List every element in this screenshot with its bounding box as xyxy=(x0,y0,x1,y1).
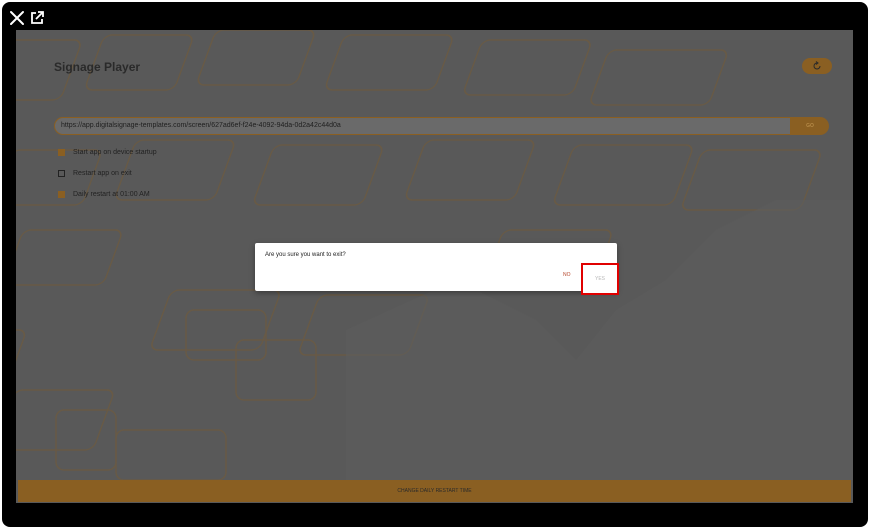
checkbox-restart-on-exit[interactable] xyxy=(58,169,65,177)
app-screen: Signage Player https://app.digitalsignag… xyxy=(16,30,853,503)
dialog-message: Are you sure you want to exit? xyxy=(265,252,346,258)
no-button[interactable]: NO xyxy=(563,272,571,278)
app-title: Signage Player xyxy=(54,60,141,74)
option-daily-restart[interactable]: Daily restart at 01:00 AM xyxy=(58,189,150,199)
close-icon[interactable] xyxy=(7,8,27,28)
yes-button[interactable]: YES xyxy=(581,263,619,295)
change-restart-time-button[interactable]: CHANGE DAILY RESTART TIME xyxy=(18,480,851,502)
checkbox-start-on-startup[interactable] xyxy=(58,148,65,156)
refresh-button[interactable] xyxy=(802,58,832,74)
url-input[interactable]: https://app.digitalsignage-templates.com… xyxy=(54,117,791,135)
url-row: https://app.digitalsignage-templates.com… xyxy=(54,117,829,135)
app-window: Signage Player https://app.digitalsignag… xyxy=(2,2,868,527)
checkbox-daily-restart[interactable] xyxy=(58,190,65,198)
option-start-on-startup[interactable]: Start app on device startup xyxy=(58,147,157,157)
exit-confirm-dialog: Are you sure you want to exit? NO YES xyxy=(255,243,619,295)
option-restart-on-exit[interactable]: Restart app on exit xyxy=(58,168,132,178)
option-label: Restart app on exit xyxy=(73,169,132,177)
option-label: Start app on device startup xyxy=(73,148,157,156)
refresh-icon xyxy=(813,61,821,70)
go-button[interactable]: GO xyxy=(791,117,829,135)
option-label: Daily restart at 01:00 AM xyxy=(73,190,150,198)
open-external-icon[interactable] xyxy=(27,8,47,28)
